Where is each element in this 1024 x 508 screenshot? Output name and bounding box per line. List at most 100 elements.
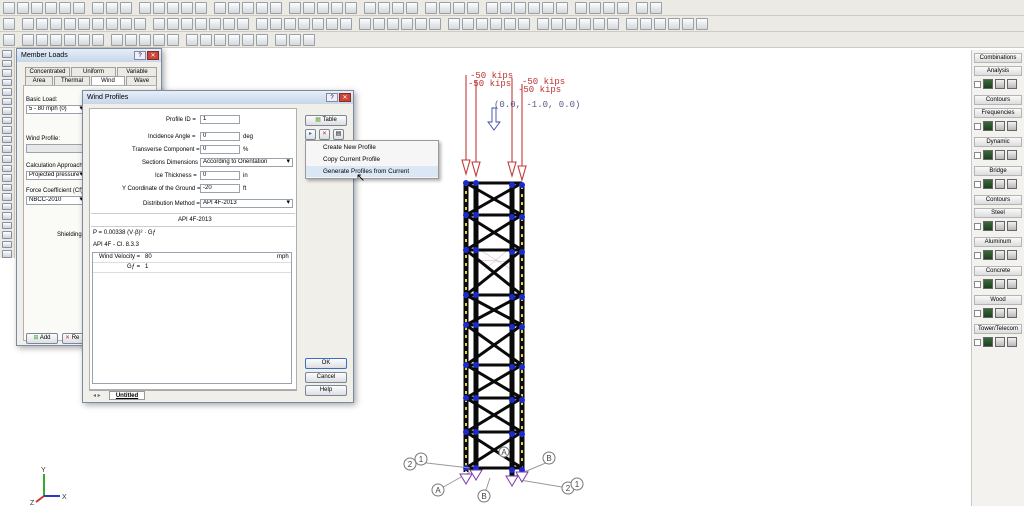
toolbar-button-icon[interactable] xyxy=(36,33,48,46)
settings-icon[interactable] xyxy=(1007,308,1017,318)
tool-icon[interactable] xyxy=(2,145,12,154)
settings-icon[interactable] xyxy=(1007,337,1017,347)
toolbar-button-icon[interactable] xyxy=(415,17,427,30)
toolbar-button-icon[interactable] xyxy=(106,17,118,30)
help-button[interactable]: ? xyxy=(326,93,338,102)
tool-icon[interactable] xyxy=(2,50,12,58)
toolbar-button-icon[interactable] xyxy=(331,1,343,14)
panel-section-header[interactable]: Analysis xyxy=(974,66,1022,76)
tab-concentrated[interactable]: Concentrated xyxy=(25,67,70,76)
settings-icon[interactable] xyxy=(1007,79,1017,89)
dist-select[interactable]: API 4F-2013 xyxy=(200,199,293,208)
tab-wave[interactable]: Wave xyxy=(126,76,157,85)
toolbar-button-icon[interactable] xyxy=(326,17,338,30)
chart-icon[interactable] xyxy=(995,221,1005,231)
panel-section-header[interactable]: Concrete xyxy=(974,266,1022,276)
tool-icon[interactable] xyxy=(2,250,12,259)
close-icon[interactable]: ✕ xyxy=(147,51,159,60)
toolbar-button-icon[interactable] xyxy=(373,17,385,30)
menu-create-new-profile[interactable]: Create New Profile xyxy=(306,142,438,153)
tool-icon[interactable] xyxy=(2,107,12,115)
tool-icon[interactable] xyxy=(2,88,12,96)
toolbar-button-icon[interactable] xyxy=(682,17,694,30)
tool-icon[interactable] xyxy=(2,202,12,211)
tab-wind[interactable]: Wind xyxy=(91,76,125,85)
toolbar-button-icon[interactable] xyxy=(406,1,418,14)
toolbar-button-icon[interactable] xyxy=(668,17,680,30)
tab-thermal[interactable]: Thermal xyxy=(54,76,90,85)
sections-select[interactable]: According to Orientation xyxy=(200,158,293,167)
results-icon[interactable] xyxy=(983,179,993,189)
tab-area[interactable]: Area xyxy=(25,76,53,85)
toolbar-button-icon[interactable] xyxy=(214,1,226,14)
toolbar-button-icon[interactable] xyxy=(167,1,179,14)
parameter-grid[interactable]: Wind Velocity = 80 mph Gƒ = 1 xyxy=(92,252,292,384)
toolbar-button-icon[interactable] xyxy=(270,1,282,14)
toolbar-button-icon[interactable] xyxy=(153,33,165,46)
toolbar-button-icon[interactable] xyxy=(275,33,287,46)
toolbar-button-icon[interactable] xyxy=(289,33,301,46)
toolbar-button-icon[interactable] xyxy=(467,1,479,14)
toolbar-button-icon[interactable] xyxy=(153,17,165,30)
results-icon[interactable] xyxy=(983,150,993,160)
delete-profile-icon[interactable]: ✕ xyxy=(319,129,330,140)
settings-icon[interactable] xyxy=(1007,250,1017,260)
toolbar-button-icon[interactable] xyxy=(284,17,296,30)
toolbar-button-icon[interactable] xyxy=(593,17,605,30)
toolbar-button-icon[interactable] xyxy=(186,33,198,46)
results-icon[interactable] xyxy=(983,221,993,231)
tool-icon[interactable] xyxy=(2,231,12,239)
toolbar-button-icon[interactable] xyxy=(654,17,666,30)
chart-icon[interactable] xyxy=(995,308,1005,318)
wind-velocity-cell[interactable]: 80 xyxy=(145,254,152,260)
toolbar-button-icon[interactable] xyxy=(3,1,15,14)
toolbar-button-icon[interactable] xyxy=(298,17,310,30)
toolbar-button-icon[interactable] xyxy=(425,1,437,14)
tool-icon[interactable] xyxy=(2,183,12,192)
cancel-button[interactable]: Cancel xyxy=(305,372,347,383)
toolbar-button-icon[interactable] xyxy=(303,33,315,46)
menu-copy-current-profile[interactable]: Copy Current Profile xyxy=(306,154,438,165)
toolbar-button-icon[interactable] xyxy=(181,1,193,14)
settings-icon[interactable] xyxy=(1007,121,1017,131)
basic-load-select[interactable]: 5 - 80 mph (0) xyxy=(26,105,86,114)
results-icon[interactable] xyxy=(983,79,993,89)
toolbar-button-icon[interactable] xyxy=(312,17,324,30)
tool-icon[interactable] xyxy=(2,164,12,173)
tool-icon[interactable] xyxy=(2,221,12,230)
panel-section-header[interactable]: Contours xyxy=(974,95,1022,105)
results-icon[interactable] xyxy=(983,121,993,131)
wind-profile-field[interactable] xyxy=(26,144,86,153)
tool-icon[interactable] xyxy=(2,193,12,201)
tool-icon[interactable] xyxy=(2,240,12,249)
checkbox[interactable] xyxy=(974,122,981,130)
transverse-input[interactable]: 0 xyxy=(200,145,240,154)
toolbar-button-icon[interactable] xyxy=(195,1,207,14)
ok-button[interactable]: OK xyxy=(305,358,347,369)
toolbar-button-icon[interactable] xyxy=(214,33,226,46)
tool-icon[interactable] xyxy=(2,155,12,163)
toolbar-button-icon[interactable] xyxy=(3,33,15,46)
toolbar-button-icon[interactable] xyxy=(364,1,376,14)
toolbar-button-icon[interactable] xyxy=(153,1,165,14)
settings-icon[interactable] xyxy=(1007,221,1017,231)
toolbar-button-icon[interactable] xyxy=(167,17,179,30)
ycoord-input[interactable]: -20 xyxy=(200,184,240,193)
table-button[interactable]: ▦ Table xyxy=(305,115,347,126)
toolbar-button-icon[interactable] xyxy=(139,1,151,14)
toolbar-button-icon[interactable] xyxy=(490,17,502,30)
toolbar-button-icon[interactable] xyxy=(92,33,104,46)
toolbar-button-icon[interactable] xyxy=(378,1,390,14)
chart-icon[interactable] xyxy=(995,150,1005,160)
toolbar-button-icon[interactable] xyxy=(125,33,137,46)
toolbar-button-icon[interactable] xyxy=(453,1,465,14)
toolbar-button-icon[interactable] xyxy=(134,17,146,30)
toolbar-button-icon[interactable] xyxy=(448,17,460,30)
toolbar-button-icon[interactable] xyxy=(551,17,563,30)
tool-icon[interactable] xyxy=(2,174,12,182)
panel-section-header[interactable]: Wood xyxy=(974,295,1022,305)
tool-icon[interactable] xyxy=(2,135,12,144)
toolbar-button-icon[interactable] xyxy=(256,33,268,46)
chart-icon[interactable] xyxy=(995,179,1005,189)
toolbar-button-icon[interactable] xyxy=(195,17,207,30)
